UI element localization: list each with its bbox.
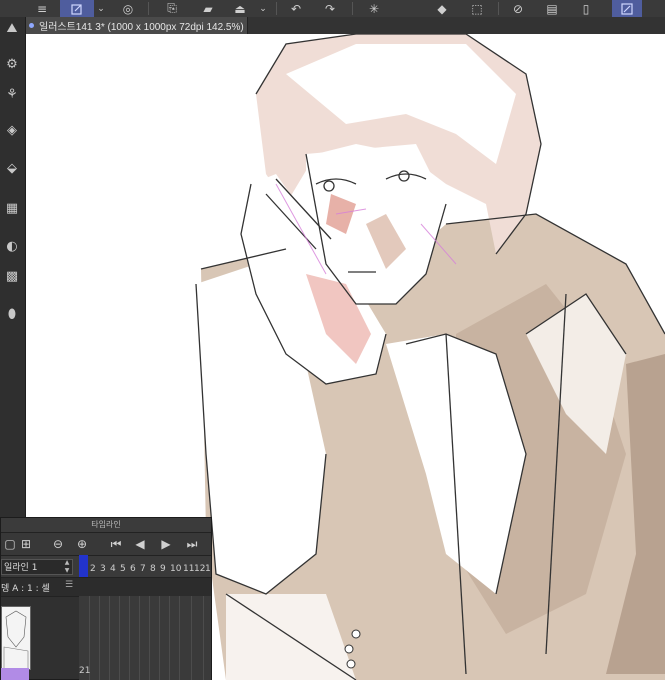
current-frame-marker[interactable] [79, 555, 88, 577]
layer-menu-icon[interactable]: ☰ [65, 580, 73, 590]
timeline-title: 타임라인 [1, 518, 211, 533]
menu-icon[interactable]: ≡ [32, 0, 52, 17]
document-title: 일러스트141 3* (1000 x 1000px 72dpi 142.5%) [39, 22, 244, 33]
chevron-updown-icon[interactable]: ▲ ▼ [61, 559, 73, 575]
layers-icon[interactable]: ◈ [1, 119, 23, 141]
cell-color-bar [1, 668, 29, 680]
zoom-out-icon[interactable]: ⊖ [49, 535, 67, 553]
settings-icon[interactable]: ⚙ [1, 53, 23, 75]
grid-icon[interactable]: ▦ [1, 197, 23, 219]
timeline-body: 21 [1, 596, 211, 680]
timeline-controls: ▢ ⊞ ⊖ ⊕ ⏮ ◀ ▶ ⏭ [1, 533, 211, 555]
document-tab[interactable]: 일러스트141 3* (1000 x 1000px 72dpi 142.5%) [25, 17, 248, 34]
frame-number[interactable]: 11 [183, 564, 194, 574]
frame-number[interactable]: 5 [120, 564, 126, 574]
timeline-layer-row[interactable]: 뎅 A : 1 : 셀 ☰ [1, 577, 211, 597]
previous-frame-icon[interactable]: ◀ [131, 535, 149, 553]
document-dot-icon [29, 23, 34, 28]
lower-frame-number: 21 [79, 666, 91, 676]
layer-label: 뎅 A : 1 : 셀 [1, 584, 50, 594]
pen-icon[interactable] [60, 0, 94, 17]
fill-icon[interactable]: ◆ [430, 0, 454, 17]
clear-icon[interactable]: ⊘ [506, 0, 530, 17]
first-frame-icon[interactable]: ⏮ [107, 535, 125, 553]
undo-icon[interactable]: ↶ [284, 0, 308, 17]
timeline-select-label: 일라인 1 [4, 563, 38, 573]
add-layer-icon[interactable]: ⎘ [160, 0, 184, 17]
sticky-icon[interactable]: ▯ [574, 0, 598, 17]
frame-number[interactable]: 12 [194, 564, 205, 574]
folder-icon[interactable]: ▰ [196, 0, 220, 17]
frame-number[interactable]: 6 [130, 564, 136, 574]
frame-number[interactable]: 2 [90, 564, 96, 574]
timeline-settings-icon[interactable]: ⊞ [17, 535, 35, 553]
frame-numbers: 1 2 3 4 5 6 7 8 9 10 11 12 1 [79, 558, 211, 576]
transform-icon[interactable]: ⬚ [465, 0, 489, 17]
chevron-down-icon[interactable]: ⌄ [94, 0, 108, 17]
timeline-track-row: 일라인 1 ▲▼ 1 2 3 4 5 6 7 8 9 10 11 12 1 [1, 555, 211, 578]
tab-strip [248, 17, 665, 34]
frame-grid[interactable] [79, 596, 211, 680]
frame-number[interactable]: 4 [110, 564, 116, 574]
layer-icon[interactable]: ▤ [540, 0, 564, 17]
spiral-icon[interactable]: ◎ [116, 0, 140, 17]
frame-number[interactable]: 9 [160, 564, 166, 574]
timeline-panel: 타임라인 ▢ ⊞ ⊖ ⊕ ⏮ ◀ ▶ ⏭ 일라인 1 ▲▼ 1 2 3 4 5 … [0, 517, 212, 680]
sub-tool-icon[interactable]: ⛰ [1, 17, 23, 39]
frame-number[interactable]: 3 [100, 564, 106, 574]
next-frame-icon[interactable]: ⏭ [183, 535, 201, 553]
layer-property-icon[interactable]: ⬙ [1, 157, 23, 179]
spinner-icon[interactable]: ✳ [362, 0, 386, 17]
material-icon[interactable]: ▩ [1, 265, 23, 287]
color-icon[interactable]: ⬮ [1, 303, 23, 325]
frame-number[interactable]: 1 [205, 564, 211, 574]
zoom-in-icon[interactable]: ⊕ [73, 535, 91, 553]
frame-number[interactable]: 10 [170, 564, 181, 574]
redo-icon[interactable]: ↷ [318, 0, 342, 17]
save-icon[interactable]: ⏏ [228, 0, 252, 17]
left-tool-column: ⛰ ⚙ ⚘ ◈ ⬙ ▦ ◐ ▩ ⬮ [0, 17, 26, 517]
frame-number[interactable]: 7 [140, 564, 146, 574]
top-toolbar: ≡ ⌄ ◎ ⎘ ▰ ⏏ ⌄ ↶ ↷ ✳ ◆ ⬚ ⊘ ▤ ▯ [0, 0, 665, 18]
frame-number[interactable]: 8 [150, 564, 156, 574]
play-icon[interactable]: ▶ [157, 535, 175, 553]
select-tool-icon[interactable] [612, 0, 642, 17]
chevron-down-icon[interactable]: ⌄ [256, 0, 270, 17]
navigator-icon[interactable]: ◐ [1, 235, 23, 257]
cell-thumbnail[interactable] [1, 606, 31, 670]
tool-property-icon[interactable]: ⚘ [1, 83, 23, 105]
